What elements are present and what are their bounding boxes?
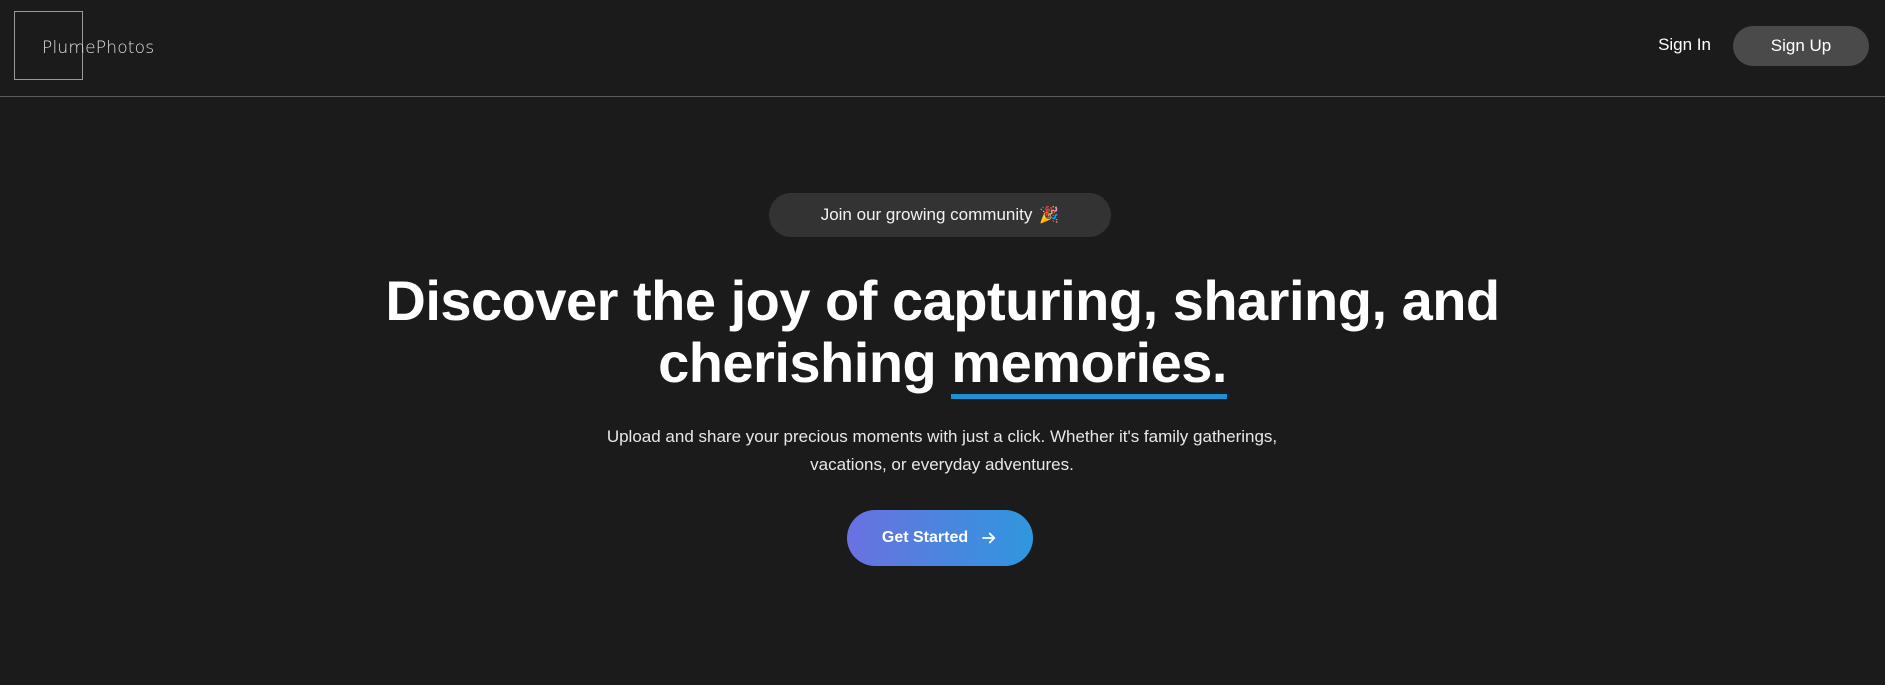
headline-highlight-memories: memories. <box>951 331 1227 399</box>
community-badge-text: Join our growing community <box>820 205 1033 224</box>
hero-headline: Discover the joy of capturing, sharing, … <box>0 269 1885 399</box>
get-started-button[interactable]: Get Started <box>847 510 1033 566</box>
top-navbar: PlumePhotos Sign In Sign Up <box>0 0 1885 97</box>
sign-up-button[interactable]: Sign Up <box>1733 26 1869 66</box>
hero-subtext: Upload and share your precious moments w… <box>606 427 1278 474</box>
headline-line-1: Discover the joy of capturing, sharing, … <box>385 269 1500 332</box>
logo-text: PlumePhotos <box>42 38 155 58</box>
sign-in-link[interactable]: Sign In <box>1658 35 1711 55</box>
party-popper-icon: 🎉 <box>1039 207 1060 224</box>
logo-link[interactable]: PlumePhotos <box>14 11 154 80</box>
get-started-label: Get Started <box>881 529 969 546</box>
hero-section: Join our growing community 🎉 Discover th… <box>0 98 1885 685</box>
headline-line-2-prefix: cherishing <box>658 331 952 394</box>
arrow-right-icon <box>982 532 996 544</box>
community-badge[interactable]: Join our growing community 🎉 <box>769 193 1111 237</box>
